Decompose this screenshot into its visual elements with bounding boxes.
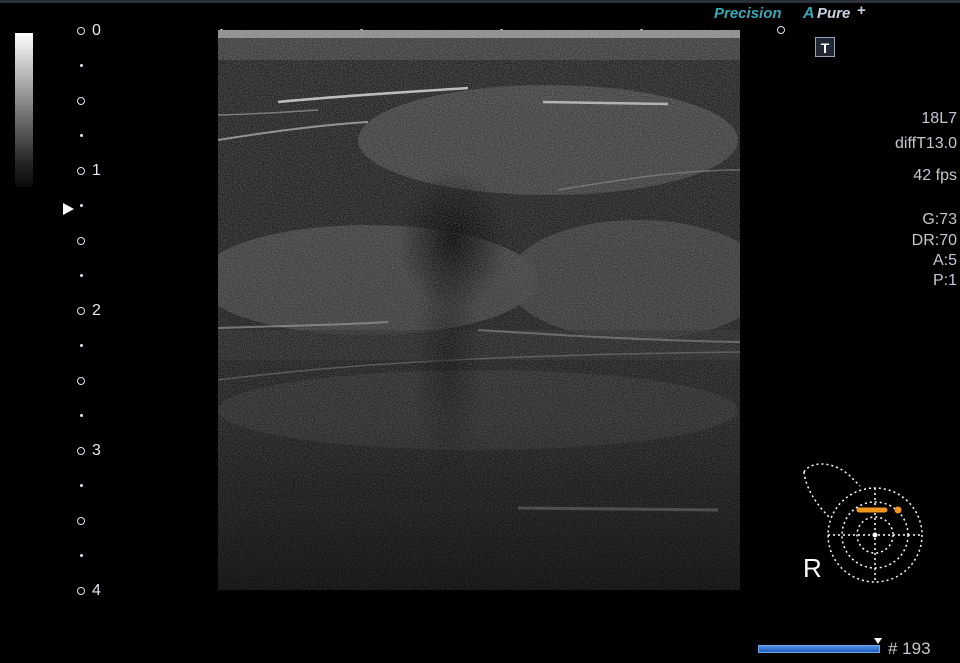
gain-label: G:73 <box>922 211 957 228</box>
ultrasound-image[interactable] <box>218 30 740 590</box>
depth-tick-major <box>77 27 85 35</box>
frame-count: # 193 <box>888 639 931 658</box>
fps-label: 42 fps <box>913 167 957 184</box>
top-border <box>0 0 960 3</box>
focus-marker-icon[interactable] <box>63 203 74 215</box>
depth-tick-major <box>77 517 85 525</box>
width-tick-major <box>777 26 785 34</box>
probe-label: 18L7 <box>921 110 957 127</box>
depth-tick-minor <box>80 204 83 207</box>
depth-tick-major <box>77 377 85 385</box>
depth-tick-minor <box>80 134 83 137</box>
depth-tick-minor <box>80 484 83 487</box>
cine-progress-bar[interactable] <box>758 645 880 653</box>
depth-label-1: 1 <box>92 162 101 179</box>
cine-pointer-icon[interactable] <box>874 638 882 644</box>
orientation-label: R <box>803 553 822 583</box>
depth-label-2: 2 <box>92 302 101 319</box>
depth-label-4: 4 <box>92 582 101 599</box>
depth-tick-major <box>77 307 85 315</box>
depth-tick-minor <box>80 274 83 277</box>
logo-apure-a: A <box>803 5 815 22</box>
t-button[interactable]: T <box>815 37 835 57</box>
dynamic-range-label: DR:70 <box>911 232 957 249</box>
depth-tick-minor <box>80 554 83 557</box>
depth-label-0: 0 <box>92 22 101 39</box>
p-label: P:1 <box>932 272 957 289</box>
depth-tick-major <box>77 97 85 105</box>
logo-apure: Pure <box>817 5 851 22</box>
mode-label: diffT13.0 <box>895 135 957 152</box>
depth-tick-minor <box>80 414 83 417</box>
a-label: A:5 <box>932 252 957 269</box>
logo-plus: + <box>857 2 866 19</box>
depth-tick-major <box>77 237 85 245</box>
depth-tick-minor <box>80 64 83 67</box>
depth-tick-major <box>77 447 85 455</box>
depth-tick-minor <box>80 344 83 347</box>
depth-label-3: 3 <box>92 442 101 459</box>
logo-precision: Precision <box>714 5 782 22</box>
depth-tick-major <box>77 167 85 175</box>
depth-tick-major <box>77 587 85 595</box>
grayscale-bar <box>15 33 33 187</box>
ultrasound-texture <box>218 30 740 590</box>
